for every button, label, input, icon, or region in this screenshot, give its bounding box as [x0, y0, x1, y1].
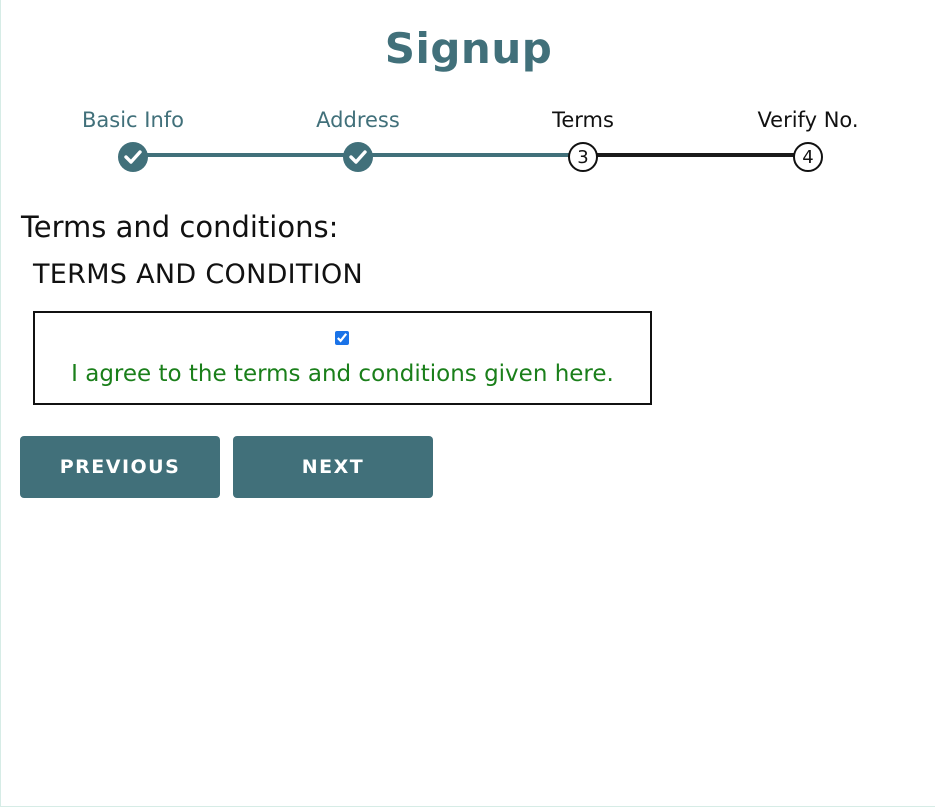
step-label-address: Address [316, 108, 400, 132]
step-label-terms: Terms [552, 108, 614, 132]
agree-box: I agree to the terms and conditions give… [33, 311, 652, 405]
step-number-terms: 3 [577, 146, 589, 168]
previous-button[interactable]: PREVIOUS [20, 436, 220, 498]
terms-heading: TERMS AND CONDITION [33, 259, 364, 290]
progress-track-todo [583, 153, 808, 157]
step-label-verify: Verify No. [757, 108, 859, 132]
next-button[interactable]: NEXT [233, 436, 433, 498]
step-dot-terms: 3 [568, 142, 598, 172]
check-icon [349, 150, 367, 164]
step-dot-basic-info [118, 142, 148, 172]
step-dot-verify: 4 [793, 142, 823, 172]
step-label-basic-info: Basic Info [81, 108, 185, 132]
page-title: Signup [384, 24, 553, 73]
step-dot-address [343, 142, 373, 172]
agree-checkbox[interactable] [335, 331, 349, 345]
check-icon [124, 150, 142, 164]
section-title: Terms and conditions: [21, 210, 339, 244]
agree-text: I agree to the terms and conditions give… [71, 361, 614, 387]
step-number-verify: 4 [802, 146, 814, 168]
